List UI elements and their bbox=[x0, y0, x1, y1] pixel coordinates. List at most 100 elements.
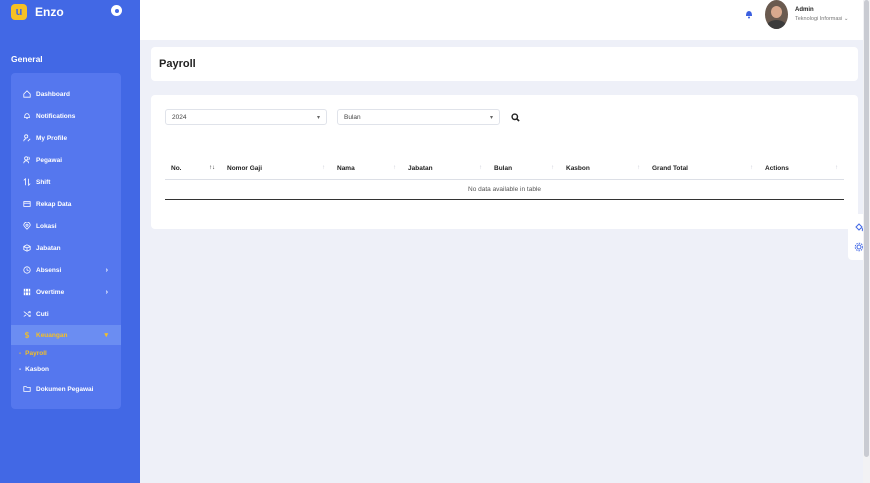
submenu-item-label: Payroll bbox=[25, 349, 47, 357]
swap-icon bbox=[23, 178, 31, 186]
column-label: No. bbox=[171, 165, 182, 173]
sidebar-item-notifications[interactable]: Notifications bbox=[11, 106, 121, 126]
caret-down-icon: ▾ bbox=[316, 114, 320, 121]
sidebar-item-label: Absensi bbox=[36, 266, 62, 274]
column-header-bulan[interactable]: Bulan ↑ bbox=[488, 159, 560, 180]
sidebar-item-label: Keuangan bbox=[36, 331, 68, 339]
sort-icon: ↑ bbox=[479, 165, 482, 171]
sidebar-item-jabatan[interactable]: Jabatan bbox=[11, 238, 121, 258]
card-icon bbox=[23, 201, 31, 207]
chevron-right-icon: › bbox=[105, 288, 108, 296]
sort-icon: ↑ bbox=[835, 165, 838, 171]
search-icon[interactable] bbox=[511, 113, 520, 122]
scrollbar[interactable] bbox=[863, 0, 870, 483]
cube-icon bbox=[23, 244, 31, 252]
chevron-right-icon: › bbox=[105, 266, 108, 274]
sidebar-item-label: Cuti bbox=[36, 310, 49, 318]
home-icon bbox=[23, 90, 31, 98]
user-role-label: Teknologi Informasi bbox=[795, 16, 843, 22]
sidebar-item-overtime[interactable]: Overtime › bbox=[11, 282, 121, 302]
year-select[interactable]: 2024 ▾ bbox=[165, 109, 327, 125]
sort-icon: ↑ bbox=[637, 165, 640, 171]
user-name[interactable]: Admin bbox=[795, 7, 814, 13]
sidebar-item-cuti[interactable]: Cuti bbox=[11, 304, 121, 324]
title-card: Payroll bbox=[151, 47, 858, 81]
user-edit-icon bbox=[23, 134, 31, 142]
table-row: No data available in table bbox=[165, 179, 844, 200]
sidebar-item-label: Shift bbox=[36, 178, 51, 186]
dollar-icon bbox=[24, 331, 30, 339]
column-header-kasbon[interactable]: Kasbon ↑ bbox=[560, 159, 646, 180]
brand-logo: u bbox=[11, 4, 27, 20]
topbar bbox=[140, 0, 870, 40]
location-icon bbox=[23, 222, 31, 230]
month-select[interactable]: Bulan ▾ bbox=[337, 109, 500, 125]
sidebar-item-rekap-data[interactable]: Rekap Data bbox=[11, 194, 121, 214]
payroll-table: No. ↑↓ Nomor Gaji ↑ Nama ↑ Jabatan ↑ Bulan ↑ … bbox=[165, 159, 844, 200]
submenu-item-payroll[interactable]: - Payroll bbox=[11, 346, 121, 360]
column-header-jabatan[interactable]: Jabatan ↑ bbox=[402, 159, 488, 180]
column-header-no[interactable]: No. ↑↓ bbox=[165, 159, 221, 180]
column-header-actions[interactable]: Actions ↑ bbox=[759, 159, 844, 180]
table-header-row: No. ↑↓ Nomor Gaji ↑ Nama ↑ Jabatan ↑ Bulan ↑ … bbox=[165, 159, 844, 180]
sidebar-item-my-profile[interactable]: My Profile bbox=[11, 128, 121, 148]
user-role[interactable]: Teknologi Informasi ⌄ bbox=[795, 16, 849, 22]
section-title: General bbox=[11, 54, 43, 64]
empty-table-message: No data available in table bbox=[165, 179, 844, 200]
sidebar-item-label: Overtime bbox=[36, 288, 65, 296]
sidebar-item-label: Jabatan bbox=[36, 244, 61, 252]
column-label: Bulan bbox=[494, 165, 513, 173]
chevron-down-icon: ▾ bbox=[104, 332, 108, 339]
sidebar-item-label: Lokasi bbox=[36, 222, 57, 230]
settings-gear-icon[interactable] bbox=[111, 5, 122, 16]
folder-icon bbox=[23, 386, 31, 392]
column-header-grand-total[interactable]: Grand Total ↑ bbox=[646, 159, 759, 180]
year-select-value: 2024 bbox=[172, 113, 187, 121]
sort-icon: ↑ bbox=[551, 165, 554, 171]
sidebar-item-dashboard[interactable]: Dashboard bbox=[11, 84, 121, 104]
sidebar-item-pegawai[interactable]: Pegawai bbox=[11, 150, 121, 170]
column-label: Kasbon bbox=[566, 165, 590, 173]
sidebar-item-label: Notifications bbox=[36, 112, 76, 120]
submenu-dash: - bbox=[19, 349, 22, 357]
column-header-nomor-gaji[interactable]: Nomor Gaji ↑ bbox=[221, 159, 331, 180]
sidebar-item-label: Rekap Data bbox=[36, 200, 72, 208]
shuffle-icon bbox=[23, 311, 31, 317]
sidebar-item-label: My Profile bbox=[36, 134, 68, 142]
brand-name: Enzo bbox=[35, 5, 64, 19]
submenu-item-kasbon[interactable]: - Kasbon bbox=[11, 362, 121, 376]
sidebar-item-label: Dokumen Pegawai bbox=[36, 385, 94, 393]
sidebar-item-shift[interactable]: Shift bbox=[11, 172, 121, 192]
column-label: Actions bbox=[765, 165, 789, 173]
sort-icon: ↑ bbox=[393, 165, 396, 171]
month-select-value: Bulan bbox=[344, 113, 361, 121]
column-label: Nomor Gaji bbox=[227, 165, 263, 173]
page-title: Payroll bbox=[159, 58, 196, 70]
film-icon bbox=[23, 288, 31, 296]
brand[interactable]: u Enzo bbox=[11, 4, 64, 20]
column-label: Jabatan bbox=[408, 165, 433, 173]
sort-icon: ↑ bbox=[322, 165, 325, 171]
submenu-item-label: Kasbon bbox=[25, 365, 50, 373]
notification-bell-icon[interactable] bbox=[744, 9, 754, 19]
column-label: Grand Total bbox=[652, 165, 688, 173]
users-icon bbox=[23, 156, 30, 164]
sidebar-item-dokumen-pegawai[interactable]: Dokumen Pegawai bbox=[11, 379, 121, 399]
sort-icon: ↑ bbox=[750, 165, 753, 171]
column-header-nama[interactable]: Nama ↑ bbox=[331, 159, 402, 180]
clock-icon bbox=[23, 266, 31, 274]
sidebar-item-keuangan[interactable]: Keuangan ▾ bbox=[11, 325, 121, 345]
column-label: Nama bbox=[337, 165, 355, 173]
sidebar: u Enzo General Dashboard Notifications M… bbox=[0, 0, 140, 483]
chevron-down-icon: ⌄ bbox=[843, 16, 849, 22]
sidebar-item-lokasi[interactable]: Lokasi bbox=[11, 216, 121, 236]
sidebar-item-absensi[interactable]: Absensi › bbox=[11, 260, 121, 280]
sidebar-item-label: Pegawai bbox=[36, 156, 63, 164]
avatar[interactable] bbox=[765, 0, 788, 29]
caret-down-icon: ▾ bbox=[489, 114, 493, 121]
sidebar-item-label: Dashboard bbox=[36, 90, 70, 98]
bell-icon bbox=[24, 113, 30, 119]
scrollbar-thumb[interactable] bbox=[864, 0, 869, 457]
content-card: 2024 ▾ Bulan ▾ No. ↑↓ Nomor Gaji ↑ Nama ↑ J… bbox=[151, 95, 858, 229]
sort-asc-icon: ↑↓ bbox=[209, 165, 215, 171]
